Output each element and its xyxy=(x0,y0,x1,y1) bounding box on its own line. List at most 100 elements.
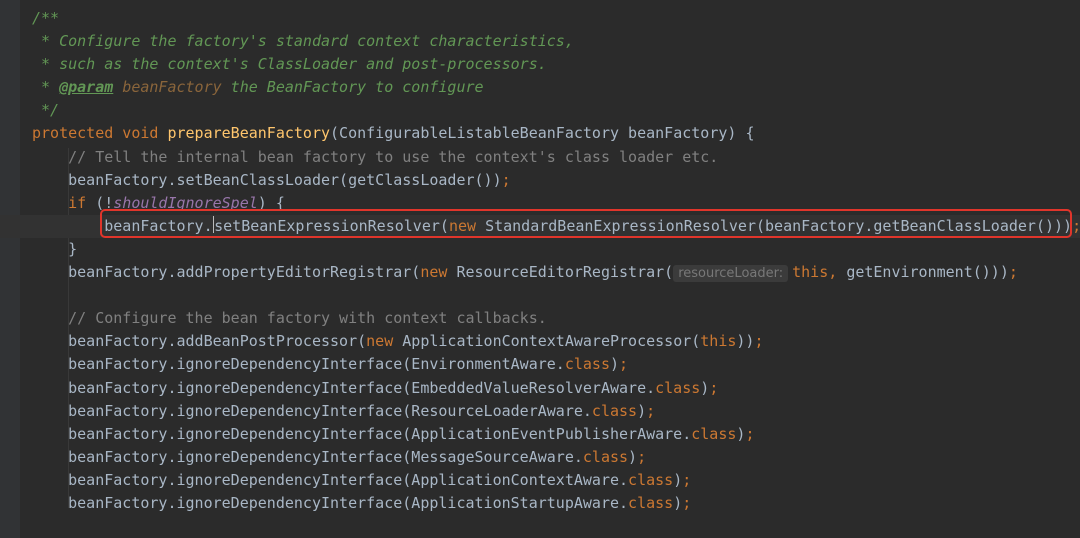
code-token: setBeanExpressionResolver( xyxy=(214,216,449,235)
code-token: ; xyxy=(646,401,656,420)
code-line[interactable]: } xyxy=(32,238,1080,261)
code-token: ; xyxy=(682,493,692,512)
code-token: beanFactory.ignoreDependencyInterface(En… xyxy=(68,355,565,374)
code-token: ) xyxy=(673,470,683,489)
code-token: ) { xyxy=(257,193,285,212)
code-token: class xyxy=(628,470,674,489)
code-token: ResourceEditorRegistrar( xyxy=(456,263,674,282)
code-token: ; xyxy=(501,170,511,189)
code-line[interactable]: beanFactory.ignoreDependencyInterface(Ap… xyxy=(32,469,1080,492)
code-token: } xyxy=(68,239,78,258)
code-line[interactable]: beanFactory.ignoreDependencyInterface(Me… xyxy=(32,446,1080,469)
code-token: // Configure the bean factory with conte… xyxy=(68,309,547,328)
code-editor[interactable]: /** * Configure the factory's standard c… xyxy=(0,0,1080,538)
code-token: shouldIgnoreSpel xyxy=(113,193,258,212)
code-token: ) xyxy=(628,447,638,466)
code-line[interactable]: // Configure the bean factory with conte… xyxy=(32,307,1080,330)
code-token: protected void xyxy=(32,124,168,143)
code-token: )) xyxy=(736,332,755,351)
code-token: if xyxy=(68,193,96,212)
code-token: * xyxy=(32,78,60,97)
code-token: StandardBeanExpressionResolver(beanFacto… xyxy=(485,216,1073,235)
code-line[interactable] xyxy=(32,284,1080,307)
code-token: new xyxy=(366,332,403,351)
code-token: beanFactory.ignoreDependencyInterface(Ap… xyxy=(68,424,692,443)
code-token: beanFactory.setBeanClassLoader(getClassL… xyxy=(68,170,502,189)
code-token: * such as the context's ClassLoader and … xyxy=(32,55,547,74)
code-line[interactable]: beanFactory. setBeanExpressionResolver(ne… xyxy=(0,214,1080,238)
code-token: class xyxy=(591,401,638,420)
code-line[interactable]: beanFactory.ignoreDependencyInterface(Re… xyxy=(32,400,1080,423)
code-line[interactable]: if (!shouldIgnoreSpel) { xyxy=(32,192,1080,215)
code-token: new xyxy=(448,216,486,235)
code-token: ) xyxy=(673,493,683,512)
parameter-hint: resourceLoader: xyxy=(673,265,789,283)
code-line[interactable]: beanFactory.addPropertyEditorRegistrar(n… xyxy=(32,261,1080,284)
code-token: ) xyxy=(609,355,620,374)
code-token: ) xyxy=(637,401,647,420)
code-token: */ xyxy=(32,101,60,120)
code-token: @param xyxy=(59,78,114,97)
code-token: /** xyxy=(32,9,60,27)
code-line[interactable]: * such as the context's ClassLoader and … xyxy=(32,53,1080,76)
code-token: ) xyxy=(700,378,710,397)
code-token: (! xyxy=(95,193,114,212)
code-token: class xyxy=(655,378,701,397)
code-token: beanFactory.ignoreDependencyInterface(Me… xyxy=(68,447,583,466)
code-token: beanFactory.addPropertyEditorRegistrar( xyxy=(68,263,421,282)
code-line[interactable]: beanFactory.ignoreDependencyInterface(Ap… xyxy=(32,492,1080,515)
code-token: * Configure the factory's standard conte… xyxy=(32,32,574,51)
code-token: ; xyxy=(754,332,764,351)
code-line[interactable]: beanFactory.addBeanPostProcessor(new App… xyxy=(32,330,1080,353)
code-token: getEnvironment())) xyxy=(846,263,1009,282)
code-token: beanFactory.ignoreDependencyInterface(Re… xyxy=(68,401,592,420)
code-area[interactable]: /** * Configure the factory's standard c… xyxy=(0,7,1080,515)
code-token: prepareBeanFactory xyxy=(167,124,331,143)
code-token: // Tell the internal bean factory to use… xyxy=(68,147,719,166)
code-line[interactable]: protected void prepareBeanFactory(Config… xyxy=(32,122,1080,145)
code-token: ; xyxy=(637,447,647,466)
code-token: beanFactory. xyxy=(104,216,213,235)
code-line[interactable]: beanFactory.setBeanClassLoader(getClassL… xyxy=(32,169,1080,192)
code-token: class xyxy=(628,493,674,512)
code-token: ApplicationContextAwareProcessor( xyxy=(402,332,701,351)
code-token: this xyxy=(700,332,737,351)
code-token: class xyxy=(582,447,629,466)
code-line[interactable]: * @param beanFactory the BeanFactory to … xyxy=(32,76,1080,99)
code-line[interactable]: beanFactory.ignoreDependencyInterface(Em… xyxy=(32,377,1080,400)
code-line[interactable]: beanFactory.ignoreDependencyInterface(Ap… xyxy=(32,423,1080,446)
code-token: new xyxy=(420,263,457,282)
code-token: class xyxy=(564,355,610,374)
code-token: (ConfigurableListableBeanFactory beanFac… xyxy=(330,124,755,143)
code-line[interactable]: /** xyxy=(32,7,1080,30)
editor-gutter xyxy=(0,0,20,538)
code-line[interactable]: beanFactory.ignoreDependencyInterface(En… xyxy=(32,353,1080,376)
code-token: beanFactory.ignoreDependencyInterface(Ap… xyxy=(68,493,629,512)
code-token: beanFactory.ignoreDependencyInterface(Ap… xyxy=(68,470,629,489)
code-token: ; xyxy=(682,470,692,489)
code-line[interactable]: */ xyxy=(32,99,1080,122)
code-token: beanFactory.addBeanPostProcessor( xyxy=(68,332,367,351)
code-token: ; xyxy=(619,355,629,374)
code-token: this, xyxy=(792,263,847,282)
code-token: the BeanFactory to configure xyxy=(221,78,484,97)
code-line[interactable]: // Tell the internal bean factory to use… xyxy=(32,146,1080,169)
code-token: ; xyxy=(709,378,719,397)
code-token: class xyxy=(691,424,737,443)
code-line[interactable]: * Configure the factory's standard conte… xyxy=(32,30,1080,53)
